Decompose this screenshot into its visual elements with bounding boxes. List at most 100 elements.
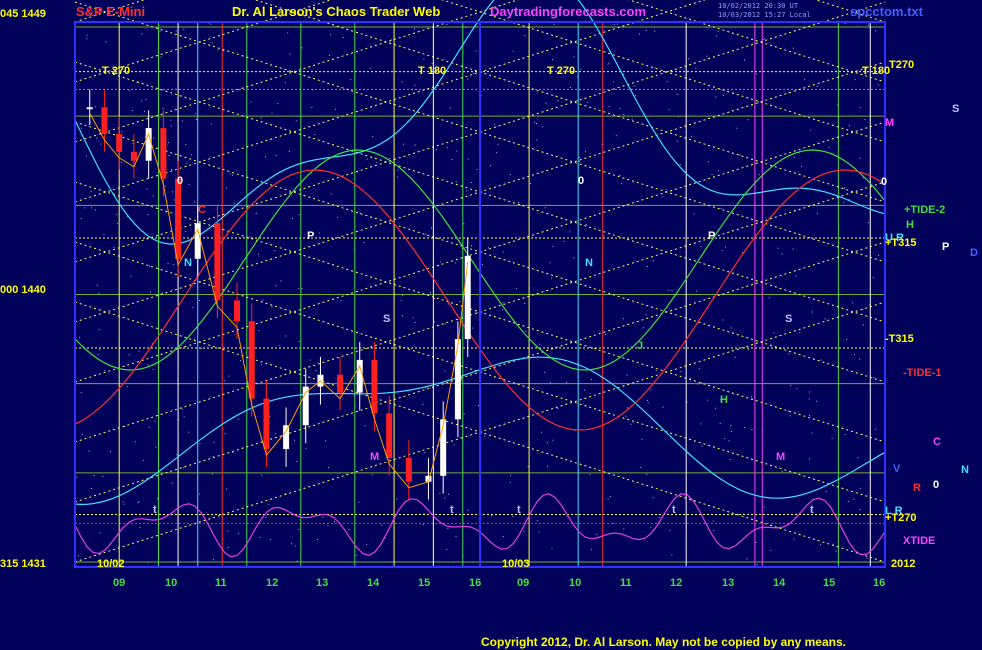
star-dot xyxy=(497,143,499,145)
star-dot xyxy=(746,558,748,560)
star-dot xyxy=(425,387,427,389)
star-dot xyxy=(489,165,491,167)
star-dot xyxy=(185,144,187,145)
star-dot xyxy=(679,164,681,166)
star-dot xyxy=(249,236,251,238)
star-dot xyxy=(330,193,332,195)
filename-label: spcctom.txt xyxy=(850,4,923,19)
chart-marker-label: H xyxy=(720,394,728,406)
x-tick-label: 11 xyxy=(215,577,227,589)
star-dot xyxy=(810,129,812,131)
star-dot xyxy=(868,24,869,26)
star-dot xyxy=(608,106,610,107)
star-dot xyxy=(78,555,79,557)
star-dot xyxy=(605,333,606,335)
star-dot xyxy=(816,212,818,214)
star-dot xyxy=(305,447,307,449)
chart-marker-label: M xyxy=(370,451,379,463)
star-dot xyxy=(484,435,486,437)
star-dot xyxy=(573,257,575,259)
star-dot xyxy=(645,30,647,31)
chart-marker-label: P xyxy=(708,230,715,242)
star-dot xyxy=(669,529,671,531)
x-tick-label: 10 xyxy=(165,577,177,589)
star-dot xyxy=(175,30,177,32)
star-dot xyxy=(260,117,262,119)
star-dot xyxy=(355,554,357,556)
star-dot xyxy=(872,277,874,279)
star-dot xyxy=(789,415,791,417)
star-dot xyxy=(296,460,298,462)
star-dot xyxy=(867,222,869,224)
star-dot xyxy=(516,287,517,289)
price-bar xyxy=(371,359,378,414)
chart-marker-label: 0 xyxy=(578,175,584,187)
star-dot xyxy=(325,440,327,442)
star-dot xyxy=(227,547,229,549)
price-average-line xyxy=(89,113,469,489)
star-dot xyxy=(494,123,496,125)
price-bar xyxy=(116,134,123,152)
price-bar xyxy=(263,398,270,450)
star-dot xyxy=(292,217,293,219)
star-dot xyxy=(510,474,512,476)
star-dot xyxy=(551,547,553,549)
star-dot xyxy=(455,181,457,183)
star-dot xyxy=(472,327,474,329)
star-dot xyxy=(250,101,252,103)
star-dot xyxy=(847,501,849,502)
star-dot xyxy=(127,386,129,388)
timestamp-line-2: 10/03/2012 15:27 Local xyxy=(718,11,811,19)
star-dot xyxy=(188,183,190,185)
star-dot xyxy=(654,30,656,32)
star-dot xyxy=(430,292,431,294)
star-dot xyxy=(102,476,104,477)
star-dot xyxy=(844,23,846,24)
price-bar xyxy=(386,413,393,458)
star-dot xyxy=(579,160,581,162)
star-dot xyxy=(194,201,196,203)
right-axis-label: XTIDE xyxy=(903,535,935,547)
star-dot xyxy=(853,498,855,500)
star-dot xyxy=(191,154,193,156)
star-dot xyxy=(371,474,373,476)
star-dot xyxy=(301,47,303,49)
star-dot xyxy=(717,30,719,32)
star-dot xyxy=(145,99,147,101)
star-dot xyxy=(832,543,834,545)
star-dot xyxy=(552,59,553,61)
x-tick-label: 09 xyxy=(113,577,125,589)
star-dot xyxy=(128,354,130,356)
star-dot xyxy=(819,543,821,545)
star-dot xyxy=(183,416,185,418)
x-tick-label: 13 xyxy=(722,577,734,589)
star-dot xyxy=(843,201,845,203)
star-dot xyxy=(596,533,598,535)
star-dot xyxy=(161,292,163,294)
x-tick-label: 14 xyxy=(367,577,380,589)
right-axis-label: +T270 xyxy=(885,512,917,524)
star-dot xyxy=(363,242,365,244)
star-dot xyxy=(676,93,678,95)
instrument-label: S&P E-Mini xyxy=(76,4,146,19)
chart-marker-label: P xyxy=(307,230,314,242)
x-tick-label: 10 xyxy=(569,577,581,589)
chart-marker-label: t xyxy=(153,504,157,516)
star-dot xyxy=(149,265,151,267)
star-dot xyxy=(811,432,813,434)
right-axis-label: -TIDE-1 xyxy=(903,367,942,379)
star-dot xyxy=(573,56,575,58)
star-dot xyxy=(690,135,692,137)
star-dot xyxy=(467,78,469,80)
star-dot xyxy=(400,299,402,301)
star-dot xyxy=(377,401,379,403)
star-dot xyxy=(449,107,451,109)
star-dot xyxy=(110,451,111,453)
star-dot xyxy=(758,174,760,176)
star-dot xyxy=(631,118,633,120)
star-dot xyxy=(104,370,106,372)
price-bar xyxy=(101,107,108,134)
star-dot xyxy=(510,320,512,322)
star-dot xyxy=(831,437,833,439)
price-bar xyxy=(440,419,447,476)
